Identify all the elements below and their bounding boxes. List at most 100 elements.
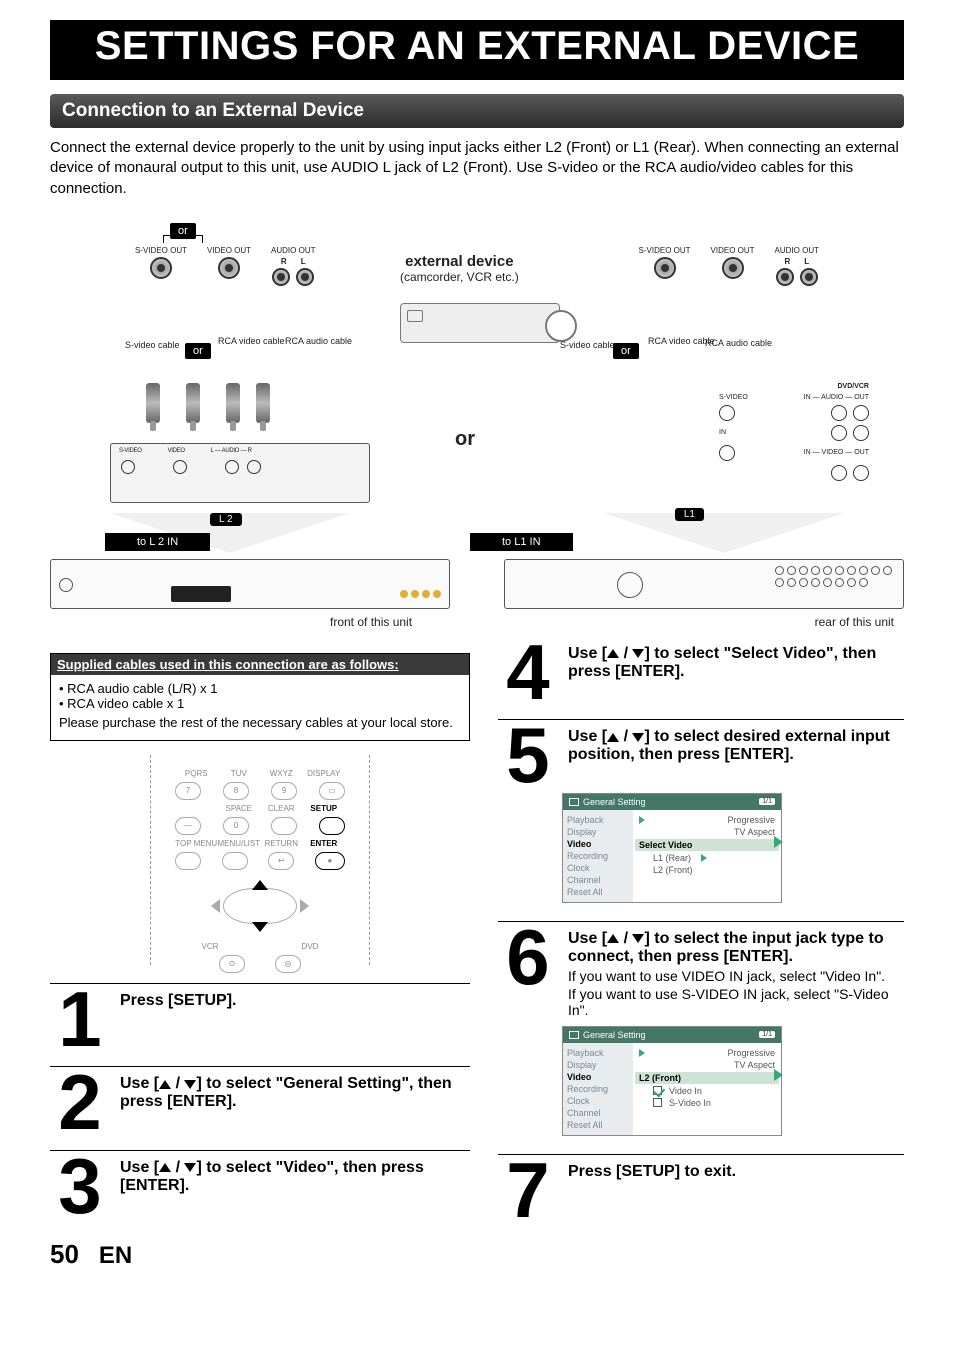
remote-setup-label: SETUP bbox=[303, 804, 346, 813]
osd-sidebar: Playback Display Video Recording Clock C… bbox=[563, 1043, 633, 1135]
remote-clear-button[interactable] bbox=[271, 817, 297, 835]
video-out-label: VIDEO OUT bbox=[207, 247, 251, 255]
dpad-left-icon[interactable] bbox=[211, 899, 220, 913]
remote-label: TOP MENU bbox=[175, 839, 217, 848]
jack-icon bbox=[831, 465, 847, 481]
step-text: Use [ / ] to select desired external inp… bbox=[568, 726, 904, 785]
or-label: or bbox=[613, 343, 639, 359]
up-triangle-icon bbox=[159, 1163, 171, 1172]
remote-label: WXYZ bbox=[260, 769, 303, 778]
osd-side-item-selected: Video bbox=[567, 1071, 629, 1083]
step-number: 2 bbox=[50, 1073, 110, 1132]
remote-dvd-button[interactable]: ◎ bbox=[275, 955, 301, 973]
remote-enter-button[interactable]: ● bbox=[315, 852, 345, 870]
tv-icon bbox=[569, 1031, 579, 1039]
cable-plug-icon bbox=[256, 383, 270, 423]
remote-topmenu-button[interactable] bbox=[175, 852, 201, 870]
jack-icon bbox=[853, 465, 869, 481]
audio-l-label: L bbox=[804, 257, 809, 266]
osd-side-item: Recording bbox=[567, 1083, 629, 1095]
step-number: 5 bbox=[498, 726, 558, 785]
arrow-right-icon bbox=[701, 854, 707, 862]
camcorder-icon bbox=[400, 303, 560, 343]
osd-side-item: Playback bbox=[567, 814, 629, 826]
page-number: 50 bbox=[50, 1239, 79, 1270]
remote-vcr-button[interactable]: ⊙ bbox=[219, 955, 245, 973]
page-language: EN bbox=[99, 1242, 132, 1270]
cable-plug-icon bbox=[186, 383, 200, 423]
supplied-cables-box: Supplied cables used in this connection … bbox=[50, 653, 470, 741]
audio-l-label: L bbox=[301, 257, 306, 266]
front-panel-closeup: S-VIDEO VIDEO L — AUDIO — R bbox=[110, 443, 370, 503]
checkbox-icon bbox=[653, 1086, 662, 1095]
remote-return-button[interactable]: ↩ bbox=[268, 852, 294, 870]
jack-icon bbox=[121, 460, 135, 474]
remote-control-diagram: PQRS TUV WXYZ DISPLAY 7 8 9 ▭ SPACE CLEA… bbox=[150, 755, 370, 965]
down-triangle-icon bbox=[632, 733, 644, 742]
rca-video-cable-label: RCA video cable bbox=[218, 337, 285, 346]
osd-row-text: S-Video In bbox=[669, 1098, 711, 1108]
osd-title-text: General Setting bbox=[583, 1030, 646, 1040]
osd-row-text: TV Aspect bbox=[734, 827, 775, 837]
remote-label: RETURN bbox=[260, 839, 302, 848]
up-triangle-icon bbox=[159, 1080, 171, 1089]
or-label: or bbox=[185, 343, 211, 359]
osd-side-item: Channel bbox=[567, 874, 629, 886]
front-audio-label: L — AUDIO — R bbox=[211, 448, 252, 454]
osd-side-item: Display bbox=[567, 826, 629, 838]
osd-side-item: Reset All bbox=[567, 886, 629, 898]
audio-out-label-r: AUDIO OUT bbox=[775, 247, 819, 255]
unit-rear-view bbox=[504, 559, 904, 609]
arrow-right-icon bbox=[774, 836, 783, 848]
step-text: Use [ / ] to select the input jack type … bbox=[568, 928, 904, 1018]
osd-main: Progressive TV Aspect L2 (Front) Video I… bbox=[633, 1043, 781, 1135]
jack-icon bbox=[853, 405, 869, 421]
arrow-right-icon bbox=[639, 816, 645, 824]
cable-plug-icon bbox=[226, 383, 240, 423]
remote-key-8[interactable]: 8 bbox=[223, 782, 249, 800]
video-jack-icon bbox=[722, 257, 744, 279]
rear-panel-closeup: DVD/VCR S-VIDEOIN — AUDIO — OUT IN IN — … bbox=[719, 383, 869, 493]
jack-icon bbox=[719, 405, 735, 421]
step-5: 5 Use [ / ] to select desired external i… bbox=[498, 719, 904, 785]
remote-setup-button[interactable] bbox=[319, 817, 345, 835]
remote-key-7[interactable]: 7 bbox=[175, 782, 201, 800]
down-triangle-icon bbox=[632, 649, 644, 658]
remote-dpad[interactable] bbox=[205, 876, 315, 936]
step-text: Press [SETUP] to exit. bbox=[568, 1161, 904, 1220]
osd-side-item: Clock bbox=[567, 862, 629, 874]
step-4: 4 Use [ / ] to select "Select Video", th… bbox=[498, 643, 904, 702]
osd-side-item: Clock bbox=[567, 1095, 629, 1107]
step-7: 7 Press [SETUP] to exit. bbox=[498, 1154, 904, 1220]
rca-audio-cable-label: RCA audio cable bbox=[285, 337, 352, 346]
osd-side-item-selected: Video bbox=[567, 838, 629, 850]
step-6: 6 Use [ / ] to select the input jack typ… bbox=[498, 921, 904, 1018]
to-l1-label: to L1 IN bbox=[470, 533, 573, 551]
rear-audio-label: IN — AUDIO — OUT bbox=[804, 394, 869, 401]
external-device-label: external device (camcorder, VCR etc.) bbox=[400, 253, 519, 284]
rear-video-label: IN — VIDEO — OUT bbox=[804, 449, 869, 456]
dpad-down-icon[interactable] bbox=[252, 922, 268, 932]
remote-menulist-button[interactable] bbox=[222, 852, 248, 870]
intro-paragraph: Connect the external device properly to … bbox=[50, 138, 904, 199]
osd-menu-step5: General Setting1/1 Playback Display Vide… bbox=[562, 793, 782, 903]
step-number: 4 bbox=[498, 643, 558, 702]
audio-r-jack-icon bbox=[776, 268, 794, 286]
svideo-out-label-r: S-VIDEO OUT bbox=[639, 247, 691, 255]
osd-side-item: Display bbox=[567, 1059, 629, 1071]
page-footer: 50 EN bbox=[50, 1239, 904, 1270]
step-text: Use [ / ] to select "General Setting", t… bbox=[120, 1073, 470, 1132]
remote-display-button[interactable]: ▭ bbox=[319, 782, 345, 800]
video-jack-icon bbox=[218, 257, 240, 279]
remote-key-9[interactable]: 9 bbox=[271, 782, 297, 800]
remote-key-0[interactable]: 0 bbox=[223, 817, 249, 835]
remote-key-blank[interactable]: — bbox=[175, 817, 201, 835]
dpad-right-icon[interactable] bbox=[300, 899, 309, 913]
jack-icon bbox=[853, 425, 869, 441]
step-number: 3 bbox=[50, 1157, 110, 1216]
step-6-sub2: If you want to use S-VIDEO IN jack, sele… bbox=[568, 986, 904, 1018]
osd-row-text: L2 (Front) bbox=[653, 865, 693, 875]
or-label: or bbox=[170, 223, 196, 239]
dpad-up-icon[interactable] bbox=[252, 880, 268, 890]
osd-side-item: Playback bbox=[567, 1047, 629, 1059]
